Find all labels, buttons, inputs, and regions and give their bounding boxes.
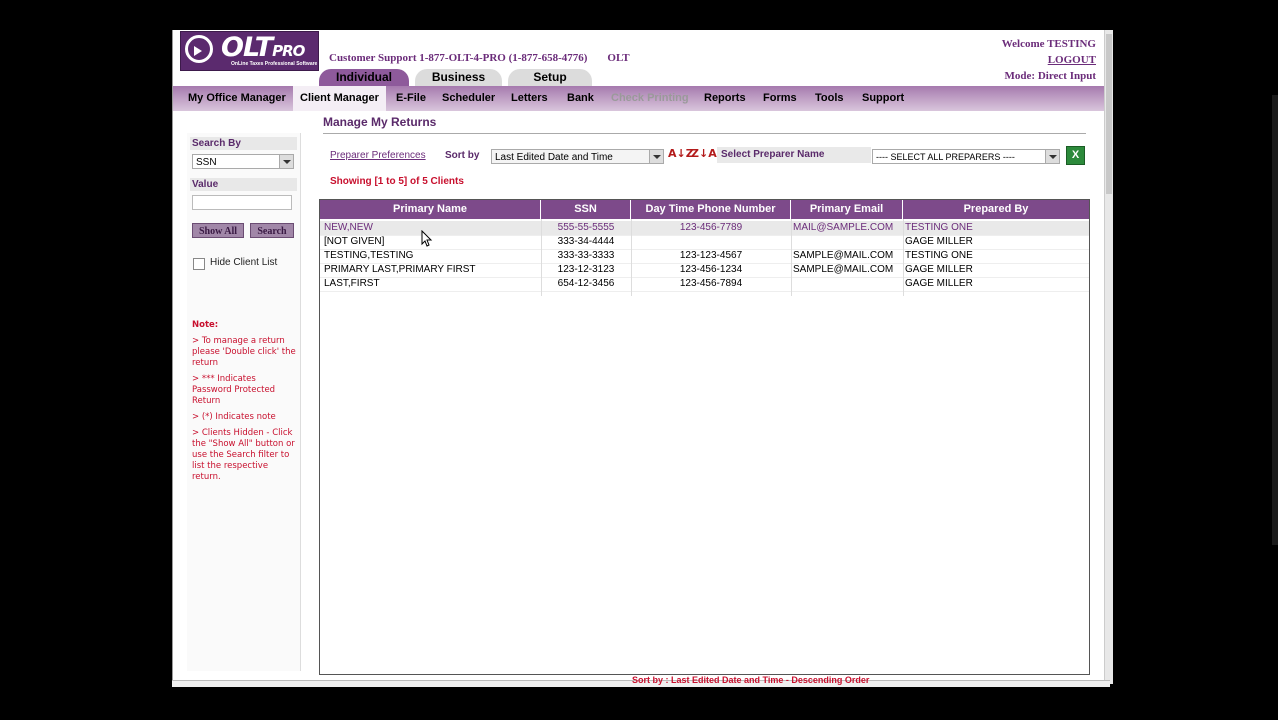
search-panel: Search By SSN Value Show All Search Hide… xyxy=(187,133,301,671)
hide-client-list-checkbox[interactable] xyxy=(193,258,205,270)
menu-tools[interactable]: Tools xyxy=(815,86,844,111)
cell-email xyxy=(793,235,903,249)
menu-support[interactable]: Support xyxy=(862,86,904,111)
column-header-prepared-by[interactable]: Prepared By xyxy=(903,200,1089,219)
cell-email: SAMPLE@MAIL.COM xyxy=(793,264,894,275)
menu-reports[interactable]: Reports xyxy=(704,86,746,111)
olt-pro-logo: OLTPRO OnLine Taxes Professional Softwar… xyxy=(180,31,319,71)
vertical-scrollbar[interactable] xyxy=(1104,30,1113,684)
column-header-ssn[interactable]: SSN xyxy=(541,200,631,219)
preparer-select[interactable]: ---- SELECT ALL PREPARERS ---- xyxy=(872,149,1060,164)
sort-by-select[interactable]: Last Edited Date and Time xyxy=(491,149,664,164)
search-by-select[interactable]: SSN xyxy=(192,154,294,169)
column-header-phone[interactable]: Day Time Phone Number xyxy=(631,200,791,219)
column-divider xyxy=(541,219,542,296)
menu-bank[interactable]: Bank xyxy=(567,86,594,111)
menu-scheduler[interactable]: Scheduler xyxy=(442,86,495,111)
tab-business[interactable]: Business xyxy=(415,69,502,86)
cell-prepared-by: GAGE MILLER xyxy=(905,236,973,247)
menu-client-manager[interactable]: Client Manager xyxy=(293,86,386,111)
table-header: Primary Name SSN Day Time Phone Number P… xyxy=(320,200,1089,219)
column-divider xyxy=(903,219,904,296)
column-divider xyxy=(791,219,792,296)
logout-link[interactable]: LOGOUT xyxy=(1002,52,1096,68)
cell-ssn: 123-12-3123 xyxy=(557,264,615,275)
logo-tagline: OnLine Taxes Professional Software xyxy=(231,61,318,67)
cell-email: MAIL@SAMPLE.COM xyxy=(793,222,894,233)
menu-letters[interactable]: Letters xyxy=(511,86,548,111)
user-panel: Welcome TESTING LOGOUT Mode: Direct Inpu… xyxy=(1002,36,1096,84)
notes-section: Note: > To manage a return please 'Doubl… xyxy=(192,320,297,488)
cell-email xyxy=(793,277,903,291)
note-item: > *** Indicates Password Protected Retur… xyxy=(192,374,276,406)
cell-primary-name: LAST,FIRST xyxy=(324,278,380,289)
logo-text: OLTPRO xyxy=(221,32,305,63)
cell-email: SAMPLE@MAIL.COM xyxy=(793,250,894,261)
cell-prepared-by: GAGE MILLER xyxy=(905,278,973,289)
table-row[interactable]: TESTING,TESTING 333-33-3333 123-123-4567… xyxy=(320,249,1089,264)
cell-prepared-by: GAGE MILLER xyxy=(905,264,973,275)
note-title: Note: xyxy=(192,320,219,330)
preparer-preferences-link[interactable]: Preparer Preferences xyxy=(330,150,426,161)
welcome-text: Welcome TESTING xyxy=(1001,38,1096,50)
cell-prepared-by: TESTING ONE xyxy=(905,222,973,233)
menu-check-printing: Check Printing xyxy=(611,92,689,104)
sort-status-text: Sort by : Last Edited Date and Time - De… xyxy=(632,675,870,685)
sort-ascending-icon[interactable]: A↓Z xyxy=(668,147,694,160)
search-button[interactable]: Search xyxy=(250,223,294,238)
column-header-email[interactable]: Primary Email xyxy=(791,200,903,219)
mode-text: Mode: Direct Input xyxy=(1004,70,1096,82)
menu-forms[interactable]: Forms xyxy=(763,86,797,111)
menu-e-file[interactable]: E-File xyxy=(396,86,426,111)
mouse-cursor-icon xyxy=(421,230,433,247)
note-item: > Clients Hidden - Click the "Show All" … xyxy=(192,428,295,482)
table-row[interactable]: LAST,FIRST 654-12-3456 123-456-7894 GAGE… xyxy=(320,277,1089,292)
note-item: > (*) Indicates note xyxy=(192,412,276,422)
sort-by-label: Sort by xyxy=(445,150,480,161)
cell-ssn: 333-33-3333 xyxy=(557,250,615,261)
customer-support-text: Customer Support 1-877-OLT-4-PRO (1-877-… xyxy=(329,52,630,64)
showing-count: Showing [1 to 5] of 5 Clients xyxy=(330,176,464,187)
chevron-down-icon xyxy=(279,155,293,168)
table-row[interactable]: PRIMARY LAST,PRIMARY FIRST 123-12-3123 1… xyxy=(320,263,1089,278)
cell-ssn: 333-34-4444 xyxy=(557,236,615,247)
clients-table: Primary Name SSN Day Time Phone Number P… xyxy=(319,199,1090,675)
cell-phone: 123-456-7789 xyxy=(679,222,743,233)
cell-primary-name: TESTING,TESTING xyxy=(324,250,414,261)
column-divider xyxy=(631,219,632,296)
cell-phone: 123-456-7894 xyxy=(679,278,743,289)
main-menu-bar: My Office Manager Client Manager E-File … xyxy=(173,86,1111,111)
page-title: Manage My Returns xyxy=(323,115,437,129)
column-header-primary-name[interactable]: Primary Name xyxy=(320,200,541,219)
tab-setup[interactable]: Setup xyxy=(508,69,592,86)
search-by-label: Search By xyxy=(190,137,297,150)
value-label: Value xyxy=(190,178,297,191)
hide-client-list-label: Hide Client List xyxy=(210,257,278,268)
show-all-button[interactable]: Show All xyxy=(192,223,244,238)
select-preparer-label: Select Preparer Name xyxy=(717,147,871,163)
chevron-down-icon xyxy=(649,150,663,163)
returns-toolbar: Preparer Preferences Sort by Last Edited… xyxy=(323,146,1088,168)
cell-phone: 123-456-1234 xyxy=(679,264,743,275)
excel-export-icon[interactable]: X xyxy=(1066,146,1085,165)
scrollbar-thumb[interactable] xyxy=(1106,34,1112,194)
cell-ssn: 555-55-5555 xyxy=(557,222,615,233)
value-input[interactable] xyxy=(192,195,292,210)
table-row[interactable]: [NOT GIVEN] 333-34-4444 GAGE MILLER xyxy=(320,235,1089,250)
note-item: > To manage a return please 'Double clic… xyxy=(192,336,296,368)
title-divider xyxy=(323,133,1086,134)
table-row[interactable]: NEW,NEW 555-55-5555 123-456-7789 MAIL@SA… xyxy=(320,221,1089,236)
chevron-down-icon xyxy=(1045,150,1059,163)
menu-my-office-manager[interactable]: My Office Manager xyxy=(188,86,286,111)
tab-individual[interactable]: Individual xyxy=(319,69,409,86)
sort-descending-icon[interactable]: Z↓A xyxy=(691,147,717,160)
background-edge xyxy=(1272,95,1278,545)
cell-prepared-by: TESTING ONE xyxy=(905,250,973,261)
cell-ssn: 654-12-3456 xyxy=(557,278,615,289)
cell-phone xyxy=(631,235,791,249)
logo-arrow-icon xyxy=(185,35,213,63)
cell-phone: 123-123-4567 xyxy=(679,250,743,261)
browser-window: OLTPRO OnLine Taxes Professional Softwar… xyxy=(172,30,1112,684)
cell-primary-name: PRIMARY LAST,PRIMARY FIRST xyxy=(324,264,476,275)
